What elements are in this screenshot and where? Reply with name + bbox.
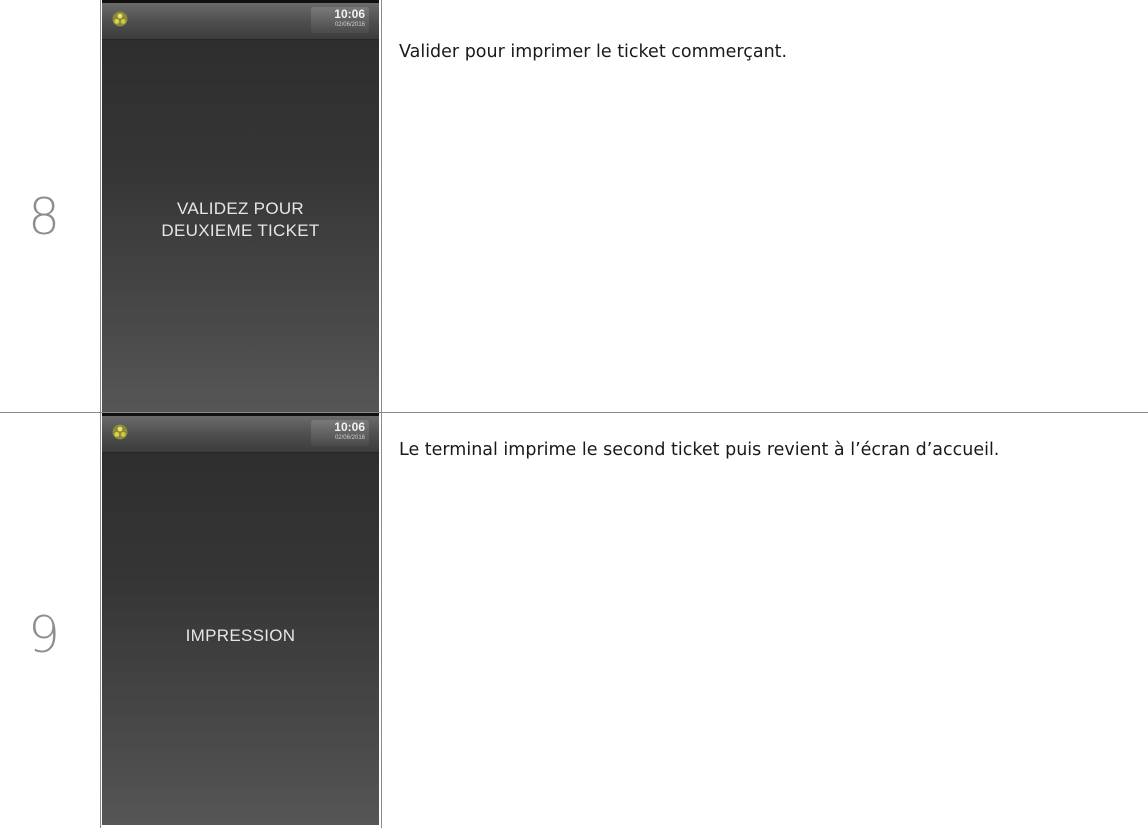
step-number-cell: 9	[0, 412, 101, 828]
terminal-logo-icon	[112, 11, 128, 27]
clock-time: 10:06	[334, 420, 365, 434]
terminal-logo-icon	[112, 424, 128, 440]
step-description-cell: Valider pour imprimer le ticket commerça…	[381, 0, 1148, 413]
step-description-cell: Le terminal imprime le second ticket pui…	[381, 412, 1148, 828]
status-bar: 10:06 02/06/2016	[102, 416, 379, 453]
terminal-screen: 10:06 02/06/2016 IMPRESSION	[102, 413, 379, 825]
screen-message-line: DEUXIEME TICKET	[161, 221, 320, 240]
step-row-8: 8 10:06 02/06/2016 VALIDEZ POUR DEUXIEME…	[0, 0, 1148, 413]
clock-date: 02/06/2016	[334, 22, 365, 28]
clock-time: 10:06	[334, 7, 365, 21]
clock-display: 10:06 02/06/2016	[311, 420, 369, 446]
step-description: Le terminal imprime le second ticket pui…	[399, 440, 1000, 460]
step-number: 8	[28, 188, 60, 246]
step-description: Valider pour imprimer le ticket commerça…	[399, 42, 788, 62]
status-bar: 10:06 02/06/2016	[102, 3, 379, 40]
terminal-screenshot-cell: 10:06 02/06/2016 IMPRESSION	[100, 412, 382, 828]
screen-message-line: IMPRESSION	[185, 626, 296, 645]
step-row-9: 9 10:06 02/06/2016 IMPRESSION Le termina…	[0, 412, 1148, 828]
step-number-cell: 8	[0, 0, 101, 413]
terminal-screenshot-cell: 10:06 02/06/2016 VALIDEZ POUR DEUXIEME T…	[100, 0, 382, 413]
step-number: 9	[28, 606, 60, 664]
screen-message: IMPRESSION	[102, 625, 379, 647]
screen-message: VALIDEZ POUR DEUXIEME TICKET	[102, 198, 379, 242]
steps-table: 8 10:06 02/06/2016 VALIDEZ POUR DEUXIEME…	[0, 0, 1148, 828]
clock-date: 02/06/2016	[334, 435, 365, 441]
terminal-screen: 10:06 02/06/2016 VALIDEZ POUR DEUXIEME T…	[102, 0, 379, 412]
clock-display: 10:06 02/06/2016	[311, 7, 369, 33]
document-page: 8 10:06 02/06/2016 VALIDEZ POUR DEUXIEME…	[0, 0, 1148, 829]
screen-message-line: VALIDEZ POUR	[176, 199, 305, 218]
